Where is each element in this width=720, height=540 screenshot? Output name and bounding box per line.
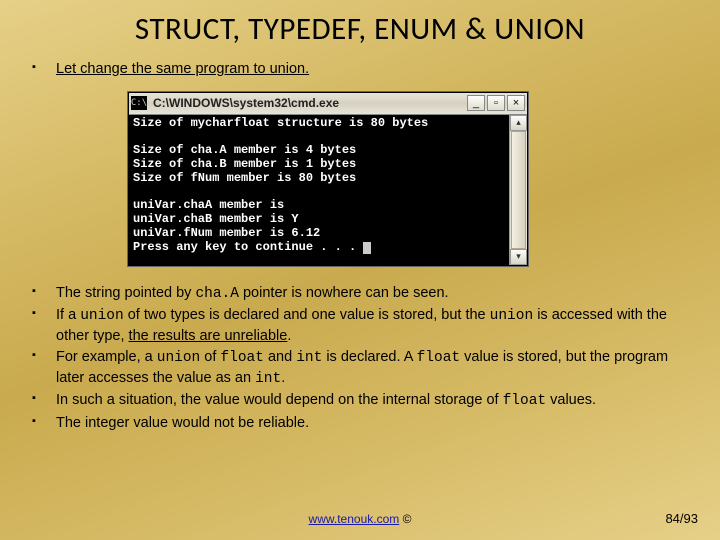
cmd-window: C:\ C:\WINDOWS\system32\cmd.exe _ ▫ × Si… [128, 92, 528, 266]
intro-bullet: Let change the same program to union. [28, 60, 692, 80]
bullet-3: For example, a union of float and int is… [28, 348, 692, 389]
footer-url[interactable]: www.tenouk.com [309, 512, 400, 526]
page-number: 84/93 [665, 511, 698, 526]
slide-title: STRUCT, TYPEDEF, ENUM & UNION [0, 0, 720, 48]
bullet-4: In such a situation, the value would dep… [28, 391, 692, 412]
cursor-icon [363, 242, 371, 254]
copyright-icon: © [399, 512, 411, 526]
bullet-1: The string pointed by cha.A pointer is n… [28, 284, 692, 305]
vertical-scrollbar[interactable]: ▴ ▾ [509, 115, 527, 265]
bullet-2: If a union of two types is declared and … [28, 306, 692, 346]
cmd-titlebar: C:\ C:\WINDOWS\system32\cmd.exe _ ▫ × [129, 93, 527, 115]
close-button[interactable]: × [507, 95, 525, 111]
content-area: Let change the same program to union. C:… [0, 48, 720, 433]
scroll-thumb[interactable] [511, 131, 526, 249]
scroll-up-button[interactable]: ▴ [510, 115, 527, 131]
intro-link[interactable]: Let change the same program to union. [56, 61, 309, 77]
terminal-output: Size of mycharfloat structure is 80 byte… [129, 115, 509, 265]
maximize-button[interactable]: ▫ [487, 95, 505, 111]
scroll-track[interactable] [510, 131, 527, 249]
bullet-5: The integer value would not be reliable. [28, 414, 692, 434]
footer: www.tenouk.com © [0, 512, 720, 526]
scroll-down-button[interactable]: ▾ [510, 249, 527, 265]
minimize-button[interactable]: _ [467, 95, 485, 111]
system-menu-icon[interactable]: C:\ [131, 96, 147, 110]
window-title: C:\WINDOWS\system32\cmd.exe [153, 96, 465, 110]
